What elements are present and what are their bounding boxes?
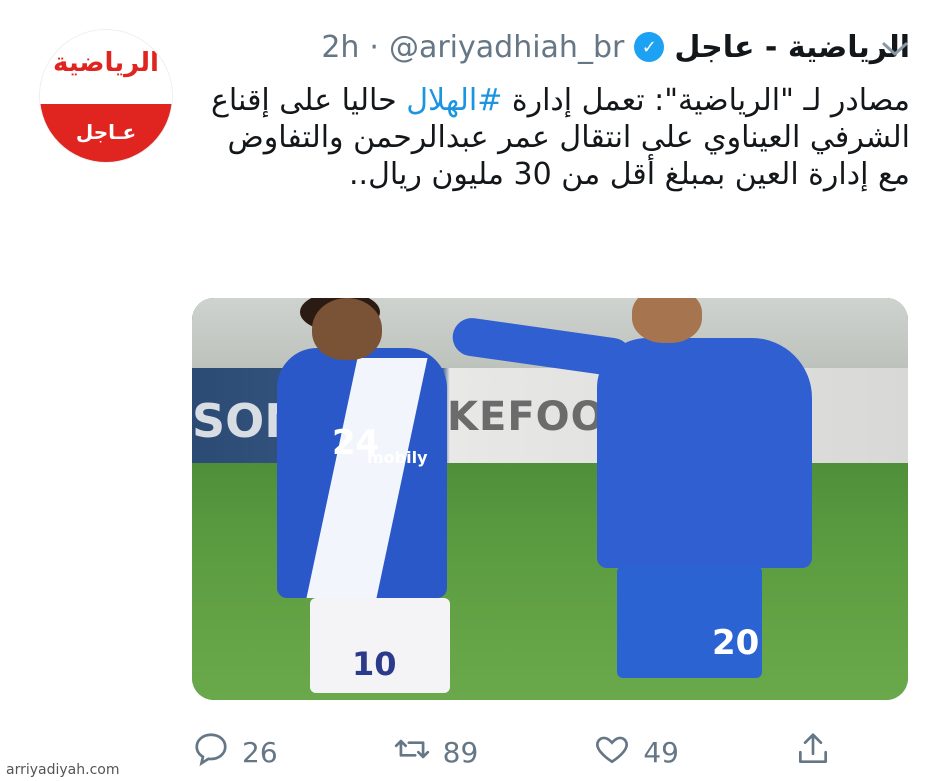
- share-button[interactable]: [794, 730, 832, 775]
- site-watermark: arriyadiyah.com: [6, 762, 120, 778]
- verified-icon: ✓: [634, 32, 665, 62]
- share-icon: [794, 730, 832, 775]
- avatar[interactable]: الرياضية عـاجل: [40, 30, 172, 162]
- tweet-header: الرياضية - عاجل ✓ @ariyadhiah_br · 2h: [192, 22, 910, 72]
- chevron-down-icon[interactable]: [880, 36, 910, 66]
- tweet-text-before: مصادر لـ "الرياضية": تعمل إدارة: [502, 83, 910, 118]
- like-button[interactable]: 49: [593, 730, 679, 775]
- reply-count: 26: [242, 735, 278, 769]
- avatar-badge-text: عـاجل: [75, 120, 137, 144]
- shorts-number-left: 10: [352, 645, 397, 683]
- sponsor-text: mobily: [367, 448, 428, 467]
- tweet-media-image[interactable]: SON KEFOOT 24 mobily 10 20: [192, 298, 908, 700]
- handle[interactable]: @ariyadhiah_br: [389, 30, 624, 65]
- tweet-text: مصادر لـ "الرياضية": تعمل إدارة #الهلال …: [192, 82, 910, 193]
- avatar-logo-text: الرياضية: [53, 48, 160, 78]
- retweet-count: 89: [442, 735, 479, 769]
- player-left-head: [312, 298, 382, 360]
- separator-dot: ·: [369, 29, 379, 65]
- like-count: 49: [643, 735, 679, 769]
- reply-button[interactable]: 26: [192, 730, 278, 775]
- like-icon: [593, 730, 631, 775]
- display-name[interactable]: الرياضية - عاجل: [674, 30, 910, 65]
- hashtag-link[interactable]: #الهلال: [406, 83, 502, 118]
- retweet-icon: [393, 730, 431, 775]
- player-right-shirt: [597, 338, 812, 568]
- retweet-button[interactable]: 89: [393, 730, 479, 775]
- player-right-head: [632, 298, 702, 343]
- timestamp[interactable]: 2h: [321, 30, 359, 65]
- tweet-actions: 26 89 49: [192, 728, 832, 776]
- reply-icon: [192, 730, 230, 775]
- shorts-number-right: 20: [712, 623, 760, 663]
